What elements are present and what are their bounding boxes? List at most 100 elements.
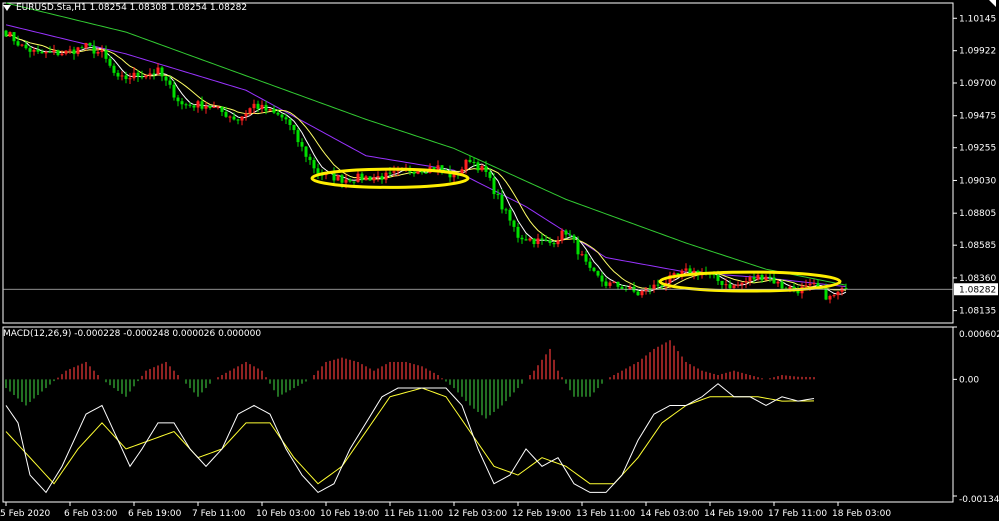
time-tick-label: 6 Feb 19:00 — [128, 509, 182, 519]
candle-body — [236, 119, 240, 121]
candle-body — [128, 78, 132, 80]
candle-body — [760, 274, 764, 281]
candle-body — [360, 173, 364, 181]
candle-body — [552, 243, 556, 245]
candle-body — [836, 291, 840, 296]
macd-tick-label: 0.00 — [959, 375, 979, 385]
candle-body — [468, 159, 472, 162]
candle-body — [64, 50, 68, 54]
candle-body — [356, 173, 360, 182]
candlestick-series — [4, 29, 848, 304]
time-tick-label: 17 Feb 11:00 — [768, 509, 827, 519]
candle-body — [744, 281, 748, 283]
candle-body — [68, 49, 72, 51]
candle-body — [544, 239, 548, 241]
candle-body — [380, 176, 384, 180]
price-tick-label: 1.08585 — [959, 241, 996, 251]
candle-body — [392, 171, 396, 173]
candle-body — [368, 176, 372, 181]
candle-body — [156, 67, 160, 74]
candle-body — [484, 165, 488, 172]
candle-body — [752, 277, 756, 280]
price-tick-label: 1.09255 — [959, 144, 996, 154]
candle-body — [336, 175, 340, 181]
candle-body — [148, 73, 152, 76]
time-tick-label: 14 Feb 19:00 — [704, 509, 763, 519]
candle-body — [656, 284, 660, 286]
candle-body — [504, 209, 508, 211]
window-corner-icon[interactable] — [989, 0, 996, 7]
macd-signal-line — [5, 387, 815, 485]
candle-body — [592, 267, 596, 272]
price-tick-label: 1.09700 — [959, 79, 996, 89]
candle-body — [572, 235, 576, 240]
candle-body — [728, 284, 732, 289]
macd-pane-border — [2, 326, 954, 503]
time-tick-label: 13 Feb 11:00 — [576, 509, 635, 519]
time-tick-label: 6 Feb 03:00 — [64, 509, 118, 519]
moving-averages — [5, 2, 847, 295]
price-tick-label: 1.09475 — [959, 112, 996, 122]
highlight-ellipses — [310, 167, 842, 293]
candle-body — [568, 234, 572, 236]
candle-body — [564, 230, 568, 235]
candle-body — [740, 282, 744, 285]
candle-body — [684, 268, 688, 271]
candle-body — [768, 276, 772, 278]
chart-canvas[interactable]: 1.10145 1.09922 1.09700 1.09475 1.09255 1.090… — [0, 0, 999, 521]
candle-body — [348, 179, 352, 182]
candle-body — [176, 97, 180, 102]
candle-body — [804, 285, 808, 287]
price-tick-label: 1.08135 — [959, 307, 996, 317]
time-tick-label: 10 Feb 03:00 — [256, 509, 315, 519]
candle-body — [772, 277, 776, 284]
candle-body — [24, 44, 28, 49]
candle-body — [256, 103, 260, 109]
price-tick-label: 1.08360 — [959, 274, 996, 284]
candle-body — [232, 116, 236, 120]
candle-body — [480, 165, 484, 171]
candle-body — [532, 238, 536, 244]
dropdown-triangle-icon[interactable] — [3, 5, 11, 11]
candle-body — [284, 117, 288, 120]
ma-long-line — [5, 2, 847, 286]
macd-tick-label: 0.000602 — [959, 330, 999, 340]
candle-body — [4, 30, 8, 37]
candle-body — [464, 159, 468, 170]
candle-body — [840, 288, 844, 292]
candle-body — [260, 104, 264, 109]
candle-body — [16, 41, 20, 46]
candle-body — [40, 51, 44, 54]
candle-body — [640, 291, 644, 296]
candle-body — [436, 165, 440, 171]
candle-body — [280, 114, 284, 118]
candle-body — [152, 73, 156, 75]
candle-body — [124, 75, 128, 80]
candle-body — [420, 171, 424, 173]
time-tick-label: 12 Feb 03:00 — [448, 509, 507, 519]
candle-body — [48, 51, 52, 53]
candle-body — [832, 295, 836, 297]
candle-body — [224, 111, 228, 117]
candle-body — [724, 284, 728, 286]
candle-body — [604, 281, 608, 286]
candle-body — [384, 172, 388, 180]
candle-body — [524, 239, 528, 241]
candle-body — [80, 47, 84, 49]
candle-body — [588, 261, 592, 268]
candle-body — [200, 101, 204, 109]
time-tick-label: 11 Feb 11:00 — [384, 509, 443, 519]
candle-body — [520, 237, 524, 240]
candle-body — [164, 76, 168, 81]
ma-fast-line — [5, 33, 847, 295]
time-tick-label: 5 Feb 2020 — [0, 509, 51, 519]
candle-body — [204, 105, 208, 109]
candle-body — [96, 51, 100, 54]
time-tick-label: 10 Feb 19:00 — [320, 509, 379, 519]
candle-body — [160, 67, 164, 77]
candle-body — [272, 108, 276, 113]
candle-body — [500, 194, 504, 210]
candle-body — [300, 142, 304, 147]
candle-body — [472, 161, 476, 163]
candle-body — [412, 171, 416, 174]
